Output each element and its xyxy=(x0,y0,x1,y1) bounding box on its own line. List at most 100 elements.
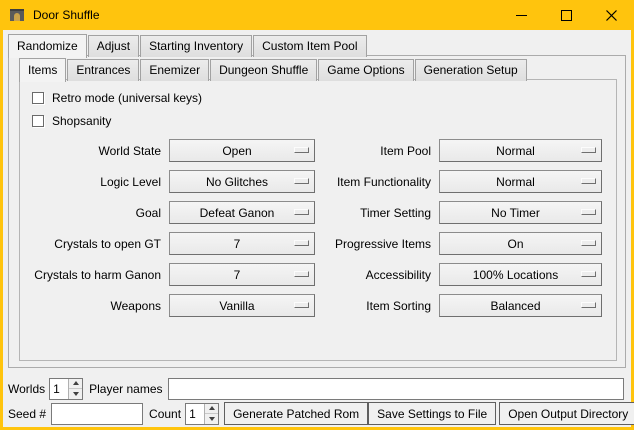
tab-enemizer[interactable]: Enemizer xyxy=(140,59,209,81)
item-pool-dropdown[interactable]: Normal xyxy=(439,139,602,162)
progressive-items-dropdown[interactable]: On xyxy=(439,232,602,255)
accessibility-label: Accessibility xyxy=(315,268,439,282)
window-title: Door Shuffle xyxy=(33,8,100,22)
weapons-dropdown[interactable]: Vanilla xyxy=(169,294,315,317)
outer-tab-bar: Randomize Adjust Starting Inventory Cust… xyxy=(8,34,368,57)
dropdown-indicator-icon xyxy=(294,178,309,184)
item-functionality-dropdown[interactable]: Normal xyxy=(439,170,602,193)
option-row: Weapons Vanilla Item Sorting Balanced xyxy=(20,290,616,321)
crystals-gt-label: Crystals to open GT xyxy=(20,237,169,251)
accessibility-dropdown[interactable]: 100% Locations xyxy=(439,263,602,286)
retro-mode-row: Retro mode (universal keys) xyxy=(32,86,616,109)
worlds-label: Worlds xyxy=(8,382,45,396)
world-state-value: Open xyxy=(222,144,261,158)
spin-up-icon[interactable] xyxy=(69,379,82,390)
dropdown-indicator-icon xyxy=(581,271,596,277)
worlds-spinbox[interactable] xyxy=(49,378,83,400)
option-row: Crystals to harm Ganon 7 Accessibility 1… xyxy=(20,259,616,290)
count-input[interactable] xyxy=(186,404,204,424)
goal-value: Defeat Ganon xyxy=(200,206,285,220)
progressive-items-value: On xyxy=(507,237,533,251)
item-functionality-value: Normal xyxy=(496,175,545,189)
crystals-ganon-label: Crystals to harm Ganon xyxy=(20,268,169,282)
dropdown-indicator-icon xyxy=(294,147,309,153)
inner-tab-bar: Items Entrances Enemizer Dungeon Shuffle… xyxy=(19,58,528,81)
seed-input[interactable] xyxy=(51,403,143,425)
world-state-dropdown[interactable]: Open xyxy=(169,139,315,162)
worlds-spin-arrows xyxy=(68,379,82,399)
tab-dungeon-shuffle[interactable]: Dungeon Shuffle xyxy=(210,59,317,81)
timer-setting-value: No Timer xyxy=(491,206,550,220)
crystals-ganon-value: 7 xyxy=(234,268,251,282)
player-names-input[interactable] xyxy=(168,378,625,400)
tab-entrances[interactable]: Entrances xyxy=(67,59,139,81)
item-sorting-value: Balanced xyxy=(490,299,550,313)
crystals-ganon-dropdown[interactable]: 7 xyxy=(169,263,315,286)
weapons-label: Weapons xyxy=(20,299,169,313)
crystals-gt-dropdown[interactable]: 7 xyxy=(169,232,315,255)
dropdown-indicator-icon xyxy=(581,302,596,308)
worlds-row: Worlds Player names xyxy=(8,377,626,400)
accessibility-value: 100% Locations xyxy=(473,268,568,282)
timer-setting-label: Timer Setting xyxy=(315,206,439,220)
logic-level-dropdown[interactable]: No Glitches xyxy=(169,170,315,193)
open-output-directory-button[interactable]: Open Output Directory xyxy=(499,402,634,425)
maximize-button[interactable] xyxy=(544,0,589,30)
save-settings-button[interactable]: Save Settings to File xyxy=(368,402,496,425)
retro-mode-label: Retro mode (universal keys) xyxy=(52,91,202,105)
spin-down-icon[interactable] xyxy=(69,389,82,399)
spin-up-icon[interactable] xyxy=(205,404,218,415)
item-pool-label: Item Pool xyxy=(315,144,439,158)
logic-level-label: Logic Level xyxy=(20,175,169,189)
close-button[interactable] xyxy=(589,0,634,30)
generate-row: Seed # Count Generate Patched Rom Save S… xyxy=(8,402,626,425)
option-row: World State Open Item Pool Normal xyxy=(20,135,616,166)
shopsanity-row: Shopsanity xyxy=(32,109,616,132)
shopsanity-checkbox[interactable] xyxy=(32,115,44,127)
retro-mode-checkbox[interactable] xyxy=(32,92,44,104)
goal-dropdown[interactable]: Defeat Ganon xyxy=(169,201,315,224)
world-state-label: World State xyxy=(20,144,169,158)
count-label: Count xyxy=(149,407,181,421)
caption-buttons xyxy=(499,0,634,30)
tab-custom-item-pool[interactable]: Custom Item Pool xyxy=(253,35,366,57)
door-icon xyxy=(9,7,25,23)
minimize-icon xyxy=(516,10,527,21)
dropdown-indicator-icon xyxy=(294,271,309,277)
minimize-button[interactable] xyxy=(499,0,544,30)
option-row: Logic Level No Glitches Item Functionali… xyxy=(20,166,616,197)
count-spinbox[interactable] xyxy=(185,403,219,425)
dropdown-indicator-icon xyxy=(581,209,596,215)
tab-starting-inventory[interactable]: Starting Inventory xyxy=(140,35,252,57)
shopsanity-label: Shopsanity xyxy=(52,114,111,128)
titlebar[interactable]: Door Shuffle xyxy=(0,0,634,30)
maximize-icon xyxy=(561,10,572,21)
dropdown-indicator-icon xyxy=(294,209,309,215)
dropdown-indicator-icon xyxy=(581,147,596,153)
dropdown-indicator-icon xyxy=(581,178,596,184)
goal-label: Goal xyxy=(20,206,169,220)
option-rows: World State Open Item Pool Normal Logic … xyxy=(20,135,616,321)
count-spin-arrows xyxy=(204,404,218,424)
dropdown-indicator-icon xyxy=(294,240,309,246)
option-row: Crystals to open GT 7 Progressive Items … xyxy=(20,228,616,259)
item-sorting-dropdown[interactable]: Balanced xyxy=(439,294,602,317)
logic-level-value: No Glitches xyxy=(206,175,278,189)
client-area: Randomize Adjust Starting Inventory Cust… xyxy=(3,30,631,427)
option-row: Goal Defeat Ganon Timer Setting No Timer xyxy=(20,197,616,228)
tab-generation-setup[interactable]: Generation Setup xyxy=(415,59,527,81)
timer-setting-dropdown[interactable]: No Timer xyxy=(439,201,602,224)
generate-patched-rom-button[interactable]: Generate Patched Rom xyxy=(224,402,368,425)
item-functionality-label: Item Functionality xyxy=(315,175,439,189)
tab-randomize[interactable]: Randomize xyxy=(8,34,87,58)
seed-label: Seed # xyxy=(8,407,46,421)
worlds-input[interactable] xyxy=(50,379,68,399)
tab-items[interactable]: Items xyxy=(19,58,66,82)
progressive-items-label: Progressive Items xyxy=(315,237,439,251)
tab-game-options[interactable]: Game Options xyxy=(318,59,413,81)
spin-down-icon[interactable] xyxy=(205,414,218,424)
close-icon xyxy=(606,10,617,21)
randomize-panel: Items Entrances Enemizer Dungeon Shuffle… xyxy=(8,55,626,368)
tab-adjust[interactable]: Adjust xyxy=(88,35,139,57)
weapons-value: Vanilla xyxy=(219,299,264,313)
